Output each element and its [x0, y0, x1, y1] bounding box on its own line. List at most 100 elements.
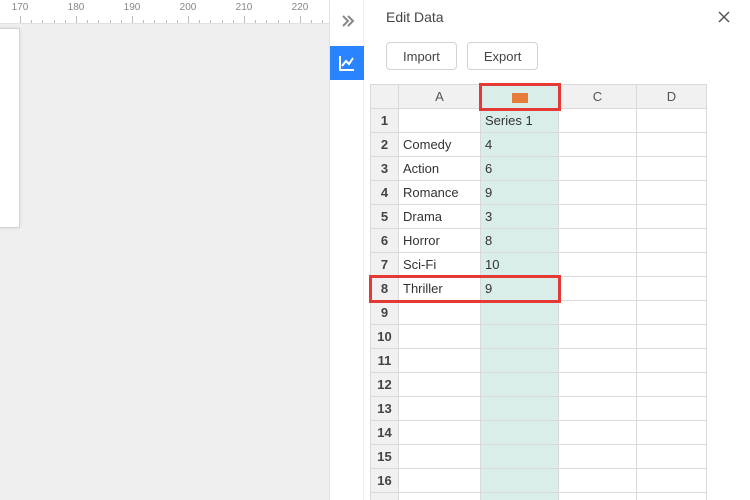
cell-C-9[interactable]: [559, 301, 637, 325]
cell-A-10[interactable]: [399, 325, 481, 349]
table-row[interactable]: 12: [371, 373, 707, 397]
cell-A-1[interactable]: [399, 109, 481, 133]
cell-B-9[interactable]: [481, 301, 559, 325]
table-row[interactable]: 17: [371, 493, 707, 500]
table-row[interactable]: 3Action6: [371, 157, 707, 181]
cell-A-12[interactable]: [399, 373, 481, 397]
cell-B-14[interactable]: [481, 421, 559, 445]
row-header[interactable]: 6: [371, 229, 399, 253]
table-row[interactable]: 10: [371, 325, 707, 349]
table-row[interactable]: 2Comedy4: [371, 133, 707, 157]
row-header[interactable]: 9: [371, 301, 399, 325]
column-header-D[interactable]: D: [637, 85, 707, 109]
cell-B-6[interactable]: 8: [481, 229, 559, 253]
cell-A-14[interactable]: [399, 421, 481, 445]
cell-C-16[interactable]: [559, 469, 637, 493]
table-row[interactable]: 14: [371, 421, 707, 445]
cell-C-3[interactable]: [559, 157, 637, 181]
cell-A-2[interactable]: Comedy: [399, 133, 481, 157]
row-header[interactable]: 7: [371, 253, 399, 277]
cell-B-12[interactable]: [481, 373, 559, 397]
canvas-area[interactable]: 170180190200210220: [0, 0, 330, 500]
row-header[interactable]: 17: [371, 493, 399, 500]
cell-B-1[interactable]: Series 1: [481, 109, 559, 133]
cell-A-16[interactable]: [399, 469, 481, 493]
cell-B-16[interactable]: [481, 469, 559, 493]
cell-C-10[interactable]: [559, 325, 637, 349]
cell-A-13[interactable]: [399, 397, 481, 421]
cell-C-5[interactable]: [559, 205, 637, 229]
row-header[interactable]: 12: [371, 373, 399, 397]
data-grid[interactable]: ACD 1Series 12Comedy43Action64Romance95D…: [370, 84, 707, 500]
cell-B-4[interactable]: 9: [481, 181, 559, 205]
cell-C-8[interactable]: [559, 277, 637, 301]
cell-C-15[interactable]: [559, 445, 637, 469]
cell-C-12[interactable]: [559, 373, 637, 397]
column-header-B[interactable]: [481, 85, 559, 109]
cell-C-6[interactable]: [559, 229, 637, 253]
cell-B-5[interactable]: 3: [481, 205, 559, 229]
cell-A-7[interactable]: Sci-Fi: [399, 253, 481, 277]
table-row[interactable]: 9: [371, 301, 707, 325]
cell-A-17[interactable]: [399, 493, 481, 500]
cell-B-8[interactable]: 9: [481, 277, 559, 301]
table-row[interactable]: 4Romance9: [371, 181, 707, 205]
cell-D-11[interactable]: [637, 349, 707, 373]
cell-A-9[interactable]: [399, 301, 481, 325]
cell-C-14[interactable]: [559, 421, 637, 445]
row-header[interactable]: 16: [371, 469, 399, 493]
row-header[interactable]: 3: [371, 157, 399, 181]
close-icon[interactable]: [712, 5, 736, 29]
cell-B-3[interactable]: 6: [481, 157, 559, 181]
cell-C-1[interactable]: [559, 109, 637, 133]
table-row[interactable]: 8Thriller9: [371, 277, 707, 301]
cell-C-7[interactable]: [559, 253, 637, 277]
export-button[interactable]: Export: [467, 42, 539, 70]
cell-D-15[interactable]: [637, 445, 707, 469]
table-row[interactable]: 11: [371, 349, 707, 373]
expand-icon[interactable]: [334, 8, 360, 34]
cell-D-13[interactable]: [637, 397, 707, 421]
cell-C-13[interactable]: [559, 397, 637, 421]
row-header[interactable]: 15: [371, 445, 399, 469]
row-header[interactable]: 5: [371, 205, 399, 229]
cell-D-9[interactable]: [637, 301, 707, 325]
cell-B-11[interactable]: [481, 349, 559, 373]
cell-A-11[interactable]: [399, 349, 481, 373]
cell-D-16[interactable]: [637, 469, 707, 493]
cell-C-4[interactable]: [559, 181, 637, 205]
cell-B-13[interactable]: [481, 397, 559, 421]
cell-B-15[interactable]: [481, 445, 559, 469]
cell-D-8[interactable]: [637, 277, 707, 301]
cell-A-6[interactable]: Horror: [399, 229, 481, 253]
cell-B-17[interactable]: [481, 493, 559, 500]
cell-D-6[interactable]: [637, 229, 707, 253]
cell-D-3[interactable]: [637, 157, 707, 181]
column-header-C[interactable]: C: [559, 85, 637, 109]
cell-B-2[interactable]: 4: [481, 133, 559, 157]
row-header[interactable]: 13: [371, 397, 399, 421]
cell-D-7[interactable]: [637, 253, 707, 277]
cell-A-15[interactable]: [399, 445, 481, 469]
table-row[interactable]: 15: [371, 445, 707, 469]
cell-D-1[interactable]: [637, 109, 707, 133]
cell-D-10[interactable]: [637, 325, 707, 349]
cell-D-2[interactable]: [637, 133, 707, 157]
import-button[interactable]: Import: [386, 42, 457, 70]
cell-D-4[interactable]: [637, 181, 707, 205]
row-header[interactable]: 10: [371, 325, 399, 349]
cell-B-10[interactable]: [481, 325, 559, 349]
cell-D-14[interactable]: [637, 421, 707, 445]
column-header-A[interactable]: A: [399, 85, 481, 109]
cell-D-12[interactable]: [637, 373, 707, 397]
row-header[interactable]: 11: [371, 349, 399, 373]
table-row[interactable]: 7Sci-Fi10: [371, 253, 707, 277]
cell-C-17[interactable]: [559, 493, 637, 500]
series-color-swatch[interactable]: [512, 93, 528, 103]
row-header[interactable]: 2: [371, 133, 399, 157]
cell-D-17[interactable]: [637, 493, 707, 500]
cell-B-7[interactable]: 10: [481, 253, 559, 277]
cell-A-8[interactable]: Thriller: [399, 277, 481, 301]
cell-D-5[interactable]: [637, 205, 707, 229]
cell-C-11[interactable]: [559, 349, 637, 373]
